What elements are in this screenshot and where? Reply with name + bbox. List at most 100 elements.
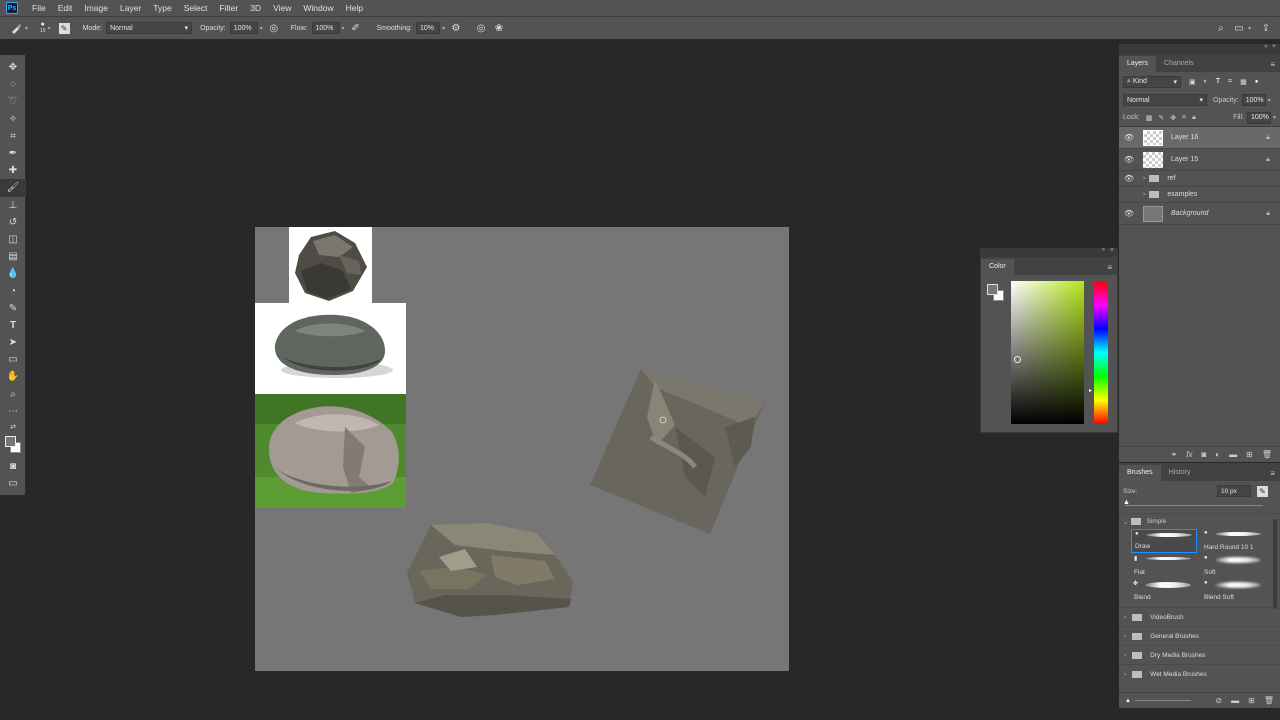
tab-color[interactable]: Color — [981, 259, 1014, 275]
new-group-icon[interactable]: ▬ — [1229, 450, 1237, 459]
brush-group-wet-media[interactable]: › Wet Media Brushes — [1119, 664, 1280, 683]
marquee-tool-icon[interactable]: ◌ — [0, 76, 26, 93]
adjustment-layer-icon[interactable]: ◐ — [1215, 450, 1220, 459]
pixel-filter-icon[interactable]: ▣ — [1189, 78, 1196, 86]
pressure-opacity-icon[interactable]: ◎ — [268, 22, 280, 34]
group-expand-chevron-icon[interactable]: › — [1124, 614, 1126, 621]
brush-settings-icon[interactable]: ✎ — [58, 22, 70, 34]
screen-mode-icon[interactable]: ▭ — [0, 475, 26, 492]
layer-kind-filter[interactable]: ⌕ Kind ▾ — [1123, 75, 1181, 88]
tool-preset-chevron-icon[interactable]: ▾ — [25, 25, 28, 32]
tab-history[interactable]: History — [1161, 465, 1199, 481]
foreground-color-swatch[interactable] — [987, 284, 998, 295]
layer-row-layer-15[interactable]: 👁︎ Layer 15 🔒︎ — [1119, 149, 1280, 171]
delete-brush-icon[interactable]: 🗑︎ — [1264, 696, 1274, 705]
saturation-brightness-field[interactable] — [1011, 281, 1084, 424]
blur-tool-icon[interactable]: 💧 — [0, 265, 26, 282]
brush-picker-chevron-icon[interactable]: ▾ — [48, 25, 51, 32]
type-tool-icon[interactable]: T — [0, 317, 26, 334]
share-icon[interactable]: ⇪ — [1260, 22, 1272, 34]
filter-toggle-icon[interactable]: ● — [1255, 79, 1259, 85]
fill-chevron-icon[interactable]: ▾ — [1273, 114, 1276, 121]
brush-group-simple[interactable]: ⌄ Simple — [1119, 513, 1280, 529]
brush-preset-picker[interactable]: ● 10 — [40, 21, 46, 35]
tab-brushes[interactable]: Brushes — [1119, 465, 1161, 481]
airbrush-icon[interactable]: ✐ — [350, 22, 362, 34]
brush-size-input[interactable]: 10 px — [1217, 485, 1251, 497]
tab-layers[interactable]: Layers — [1119, 56, 1157, 72]
close-icon[interactable]: × — [1110, 247, 1114, 254]
toggle-preview-icon[interactable]: ⊘ — [1215, 696, 1222, 705]
swap-colors-icon[interactable]: ⇄ — [0, 420, 26, 434]
menu-image[interactable]: Image — [78, 3, 114, 13]
panel-menu-icon[interactable]: ≡ — [1270, 469, 1275, 478]
search-icon[interactable]: ⌕ — [1215, 22, 1227, 34]
panel-menu-icon[interactable]: ≡ — [1270, 60, 1275, 69]
visibility-eye-icon[interactable]: 👁︎ — [1119, 155, 1139, 164]
color-swatches[interactable] — [0, 434, 26, 458]
group-expand-chevron-icon[interactable]: › — [1124, 652, 1126, 659]
brush-tool-button-icon[interactable]: 🖌 — [0, 179, 26, 197]
panel-menu-icon[interactable]: ≡ — [1107, 263, 1112, 272]
lock-transparent-icon[interactable]: ▩ — [1146, 114, 1153, 122]
brush-group-videobrush[interactable]: › VideoBrush — [1119, 607, 1280, 626]
menu-filter[interactable]: Filter — [213, 3, 244, 13]
zoom-tool-icon[interactable]: ⌕ — [0, 386, 26, 403]
document-canvas[interactable] — [255, 227, 789, 671]
opacity-input[interactable]: 100% — [229, 22, 258, 34]
visibility-eye-icon[interactable]: 👁︎ — [1119, 174, 1139, 183]
quick-mask-icon[interactable]: ◙ — [0, 458, 26, 475]
type-filter-icon[interactable]: T — [1216, 78, 1220, 85]
more-tools-icon[interactable]: ⋯ — [0, 403, 26, 420]
menu-select[interactable]: Select — [178, 3, 214, 13]
brush-group-general[interactable]: › General Brushes — [1119, 626, 1280, 645]
brush-size-slider[interactable]: ▲ — [1123, 499, 1274, 511]
color-picker-cursor[interactable] — [1014, 356, 1021, 363]
gradient-tool-icon[interactable]: ▤ — [0, 248, 26, 265]
add-mask-icon[interactable]: ◙ — [1201, 450, 1206, 459]
clone-stamp-tool-icon[interactable]: ⊥ — [0, 197, 26, 214]
symmetry-icon[interactable]: ❀ — [493, 22, 505, 34]
group-expand-chevron-icon[interactable]: › — [1143, 175, 1145, 182]
menu-help[interactable]: Help — [340, 3, 369, 13]
visibility-eye-icon[interactable]: 👁︎ — [1119, 209, 1139, 218]
link-layers-icon[interactable]: ⚭ — [1171, 450, 1178, 459]
rectangle-tool-icon[interactable]: ▭ — [0, 351, 26, 368]
shape-filter-icon[interactable]: ⌗ — [1228, 78, 1232, 86]
brush-preset-draw[interactable]: ● Draw — [1131, 529, 1197, 553]
layer-row-ref-group[interactable]: 👁︎ › ref — [1119, 171, 1280, 187]
fill-input[interactable]: 100% — [1246, 111, 1271, 124]
group-expand-chevron-icon[interactable]: ⌄ — [1123, 518, 1128, 526]
lock-position-icon[interactable]: ✥ — [1170, 114, 1176, 122]
new-group-icon[interactable]: ▬ — [1231, 696, 1239, 705]
magic-wand-tool-icon[interactable]: ✧ — [0, 111, 26, 128]
foreground-color-swatch[interactable] — [5, 435, 16, 447]
close-panels-icon[interactable]: × — [1272, 43, 1276, 50]
lasso-tool-icon[interactable]: ➰ — [0, 93, 26, 110]
hue-slider-handle-icon[interactable]: ▸ — [1089, 387, 1092, 394]
group-expand-chevron-icon[interactable]: › — [1143, 191, 1145, 198]
slider-handle-icon[interactable]: ▲ — [1123, 499, 1130, 506]
adjustment-filter-icon[interactable]: ◐ — [1204, 78, 1208, 85]
layer-opacity-input[interactable]: 100% — [1241, 94, 1266, 106]
menu-view[interactable]: View — [267, 3, 297, 13]
layer-row-background[interactable]: 👁︎ Background 🔒︎ — [1119, 203, 1280, 225]
menu-layer[interactable]: Layer — [114, 3, 147, 13]
color-panel-titlebar[interactable]: » × — [981, 247, 1117, 257]
pressure-size-icon[interactable]: ◎ — [475, 22, 487, 34]
flow-input[interactable]: 100% — [311, 22, 340, 34]
blend-mode-select[interactable]: Normal ▾ — [1123, 94, 1207, 106]
group-expand-chevron-icon[interactable]: › — [1124, 633, 1126, 640]
brush-preset-hard-round[interactable]: ● Hard Round 10 1 — [1201, 529, 1267, 553]
brush-group-dry-media[interactable]: › Dry Media Brushes — [1119, 645, 1280, 664]
brush-preset-blend-soft[interactable]: ● Blend Soft — [1201, 579, 1267, 603]
pen-tool-icon[interactable]: ✎ — [0, 300, 26, 317]
crop-tool-icon[interactable]: ⌗ — [0, 128, 26, 145]
flow-slider-chevron-icon[interactable]: ▾ — [342, 25, 345, 32]
layer-style-fx-icon[interactable]: fx — [1186, 450, 1192, 459]
hue-slider[interactable]: ▸ — [1089, 281, 1108, 424]
menu-type[interactable]: Type — [147, 3, 177, 13]
visibility-eye-icon[interactable]: 👁︎ — [1119, 133, 1139, 142]
history-brush-tool-icon[interactable]: ↺ — [0, 214, 26, 231]
opacity-slider-chevron-icon[interactable]: ▾ — [260, 25, 263, 32]
